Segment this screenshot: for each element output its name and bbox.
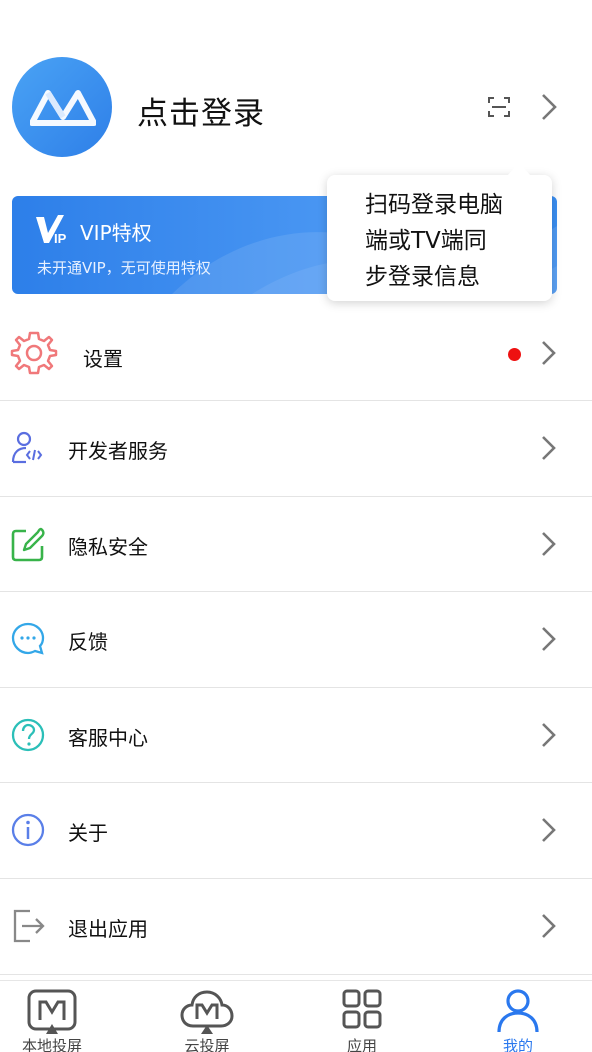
login-prompt[interactable]: 点击登录 [137,88,265,133]
app-logo-icon [30,90,96,126]
menu-item-label: 设置 [83,347,123,371]
menu-item-label: 开发者服务 [68,439,168,463]
exit-icon [13,909,45,943]
menu-item-label: 反馈 [68,630,108,655]
bottom-tab-bar: 本地投屏 云投屏 应用 我的 [0,980,592,1052]
profile-header: 点击登录 [0,0,592,190]
notification-badge [508,348,521,361]
tab-cloud-cast[interactable]: 云投屏 [152,981,262,1052]
menu-item-exit[interactable]: 退出应用 [0,879,592,975]
chevron-right-icon [542,914,556,938]
menu-item-label: 隐私安全 [68,534,148,559]
info-icon [11,814,45,847]
tooltip-line: 步登录信息 [365,264,480,290]
avatar[interactable] [12,57,112,157]
chevron-right-icon [542,436,556,460]
vip-logo-icon: IP [36,215,67,245]
settings-menu: 设置 开发者服务 隐私安全 反馈 客服中心 关于 退出应用 [0,306,592,975]
chevron-right-icon [542,341,556,365]
chat-bubble-icon [11,623,45,655]
menu-item-help-center[interactable]: 客服中心 [0,688,592,784]
chevron-right-icon [542,818,556,843]
gear-icon [10,331,58,375]
menu-item-privacy[interactable]: 隐私安全 [0,497,592,593]
tab-label: 本地投屏 [21,1037,82,1052]
svg-text:IP: IP [54,231,67,245]
vip-subtitle: 未开通VIP，无可使用特权 [37,259,211,277]
chevron-right-icon[interactable] [538,92,560,122]
local-cast-icon [27,989,77,1034]
tab-local-cast[interactable]: 本地投屏 [0,981,107,1052]
vip-title: VIP特权 [80,221,152,245]
chevron-right-icon [542,722,556,747]
tab-label: 云投屏 [184,1037,230,1052]
cloud-cast-icon [180,990,234,1034]
menu-item-label: 关于 [68,821,108,846]
privacy-edit-icon [11,527,45,561]
apps-grid-icon [342,989,382,1029]
tooltip-line: 扫码登录电脑 [365,192,503,218]
menu-item-developer[interactable]: 开发者服务 [0,401,592,497]
menu-item-settings[interactable]: 设置 [0,306,592,401]
menu-item-about[interactable]: 关于 [0,783,592,879]
developer-icon [11,431,43,464]
help-circle-icon [11,718,45,751]
menu-item-label: 客服中心 [68,725,148,750]
tab-mine[interactable]: 我的 [463,981,573,1052]
menu-item-feedback[interactable]: 反馈 [0,592,592,688]
tooltip-line: 端或TV端同 [365,228,487,254]
chevron-right-icon [542,531,556,556]
chevron-right-icon [542,627,556,652]
profile-icon [497,989,539,1033]
tab-apps[interactable]: 应用 [307,981,417,1052]
tab-label: 应用 [346,1037,377,1052]
menu-item-label: 退出应用 [68,916,148,941]
scan-icon[interactable] [487,95,511,119]
tab-label: 我的 [502,1037,533,1052]
scan-login-tooltip: 扫码登录电脑 端或TV端同 步登录信息 [327,163,552,301]
